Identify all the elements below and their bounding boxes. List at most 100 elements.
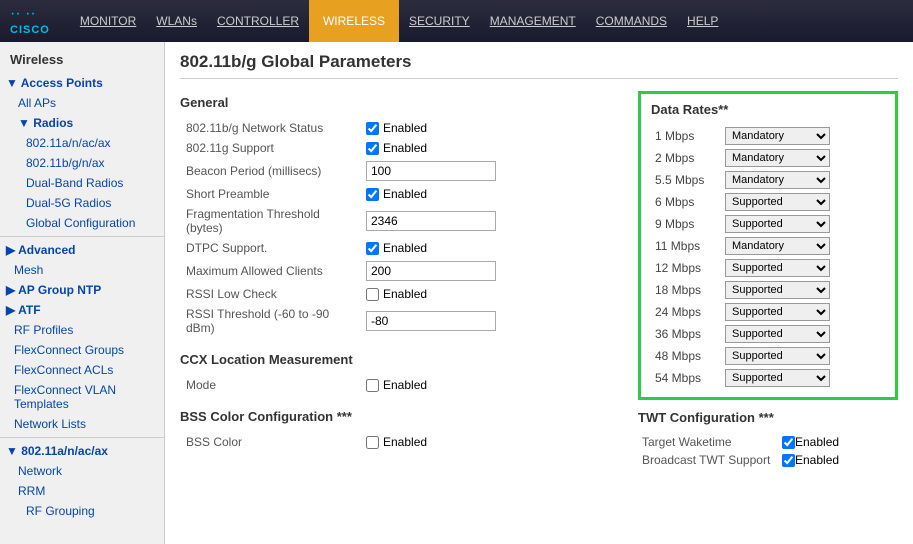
data-rate-select-9mbps[interactable]: Mandatory Supported Disabled — [725, 215, 830, 233]
twt-row-target: Target Waketime Enabled — [638, 433, 898, 451]
sidebar-item-flexconnect-acls[interactable]: FlexConnect ACLs — [0, 360, 164, 380]
checkbox-short-preamble[interactable] — [366, 188, 379, 201]
data-rate-row-24mbps: 24 Mbps Mandatory Supported Disabled — [651, 301, 885, 323]
input-rssi-threshold[interactable] — [366, 311, 496, 331]
sidebar-item-80211anac[interactable]: 802.11a/n/ac/ax — [0, 133, 164, 153]
sidebar-item-access-points[interactable]: ▼ Access Points — [0, 73, 164, 93]
checkbox-label-network-status: Enabled — [383, 121, 427, 135]
data-rate-select-6mbps[interactable]: Mandatory Supported Disabled — [725, 193, 830, 211]
top-navigation: ·· ·· CISCO MONITOR WLANs CONTROLLER WIR… — [0, 0, 913, 42]
field-label-dtpc: DTPC Support. — [180, 238, 360, 258]
sidebar-item-advanced[interactable]: ▶ Advanced — [0, 240, 164, 260]
field-label-ccx-mode: Mode — [180, 375, 360, 395]
checkbox-label-g-support: Enabled — [383, 141, 427, 155]
sidebar-item-global-config[interactable]: Global Configuration — [0, 213, 164, 233]
data-rate-select-2mbps[interactable]: Mandatory Supported Disabled — [725, 149, 830, 167]
table-row: Mode Enabled — [180, 375, 622, 395]
data-rate-select-18mbps[interactable]: Mandatory Supported Disabled — [725, 281, 830, 299]
data-rate-select-12mbps[interactable]: Mandatory Supported Disabled — [725, 259, 830, 277]
checkbox-label-rssi-low: Enabled — [383, 287, 427, 301]
checkbox-g-support[interactable] — [366, 142, 379, 155]
twt-label-broadcast: Broadcast TWT Support — [638, 451, 778, 469]
nav-item-commands[interactable]: COMMANDS — [586, 0, 677, 42]
field-label-rssi-low: RSSI Low Check — [180, 284, 360, 304]
sidebar-item-flexconnect-vlan[interactable]: FlexConnect VLAN Templates — [0, 380, 164, 414]
two-column-layout: General 802.11b/g Network Status Enabled… — [180, 91, 898, 469]
checkbox-label-bss-color: Enabled — [383, 435, 427, 449]
sidebar-item-mesh[interactable]: Mesh — [0, 260, 164, 280]
twt-section-header: TWT Configuration *** — [638, 410, 898, 425]
field-label-beacon: Beacon Period (millisecs) — [180, 158, 360, 184]
checkbox-ccx-mode[interactable] — [366, 379, 379, 392]
data-rate-label-54mbps: 54 Mbps — [651, 367, 721, 389]
nav-item-controller[interactable]: CONTROLLER — [207, 0, 309, 42]
checkbox-rssi-low[interactable] — [366, 288, 379, 301]
sidebar-item-network[interactable]: Network — [0, 461, 164, 481]
table-row: Maximum Allowed Clients — [180, 258, 622, 284]
ccx-section-header: CCX Location Measurement — [180, 352, 622, 367]
input-frag-threshold[interactable] — [366, 211, 496, 231]
nav-item-monitor[interactable]: MONITOR — [70, 0, 146, 42]
sidebar-item-network-lists[interactable]: Network Lists — [0, 414, 164, 434]
nav-item-security[interactable]: SECURITY — [399, 0, 480, 42]
checkbox-target-waketime[interactable] — [782, 436, 795, 449]
sidebar-item-ap-group-ntp[interactable]: ▶ AP Group NTP — [0, 280, 164, 300]
data-rate-row-1mbps: 1 Mbps Mandatory Supported Disabled — [651, 125, 885, 147]
ccx-form-table: Mode Enabled — [180, 375, 622, 395]
field-label-max-clients: Maximum Allowed Clients — [180, 258, 360, 284]
table-row: 802.11b/g Network Status Enabled — [180, 118, 622, 138]
checkbox-label-dtpc: Enabled — [383, 241, 427, 255]
sidebar-item-dual-5g[interactable]: Dual-5G Radios — [0, 193, 164, 213]
data-rate-row-6mbps: 6 Mbps Mandatory Supported Disabled — [651, 191, 885, 213]
input-max-clients[interactable] — [366, 261, 496, 281]
data-rate-select-1mbps[interactable]: Mandatory Supported Disabled — [725, 127, 830, 145]
checkbox-network-status[interactable] — [366, 122, 379, 135]
cisco-logo: ·· ·· CISCO — [10, 6, 50, 36]
sidebar-item-rf-profiles[interactable]: RF Profiles — [0, 320, 164, 340]
field-label-short-preamble: Short Preamble — [180, 184, 360, 204]
sidebar-item-flexconnect-groups[interactable]: FlexConnect Groups — [0, 340, 164, 360]
sidebar-item-radios[interactable]: ▼ Radios — [0, 113, 164, 133]
table-row: Short Preamble Enabled — [180, 184, 622, 204]
data-rate-label-2mbps: 2 Mbps — [651, 147, 721, 169]
checkbox-bss-color[interactable] — [366, 436, 379, 449]
sidebar-item-all-aps[interactable]: All APs — [0, 93, 164, 113]
nav-item-help[interactable]: HELP — [677, 0, 728, 42]
data-rates-table: 1 Mbps Mandatory Supported Disabled 2 Mb… — [651, 125, 885, 389]
sidebar-item-atf[interactable]: ▶ ATF — [0, 300, 164, 320]
table-row: 802.11g Support Enabled — [180, 138, 622, 158]
checkbox-label-target-waketime: Enabled — [795, 435, 839, 449]
data-rate-row-18mbps: 18 Mbps Mandatory Supported Disabled — [651, 279, 885, 301]
field-label-frag-threshold: Fragmentation Threshold (bytes) — [180, 204, 360, 238]
right-column: Data Rates** 1 Mbps Mandatory Supported … — [638, 91, 898, 469]
nav-item-wireless[interactable]: WIRELESS — [309, 0, 399, 42]
data-rate-select-24mbps[interactable]: Mandatory Supported Disabled — [725, 303, 830, 321]
data-rate-select-36mbps[interactable]: Mandatory Supported Disabled — [725, 325, 830, 343]
data-rate-row-48mbps: 48 Mbps Mandatory Supported Disabled — [651, 345, 885, 367]
data-rates-box: Data Rates** 1 Mbps Mandatory Supported … — [638, 91, 898, 400]
sidebar-item-rf-grouping[interactable]: RF Grouping — [0, 501, 164, 521]
checkbox-label-broadcast-twt: Enabled — [795, 453, 839, 467]
bss-section-header: BSS Color Configuration *** — [180, 409, 622, 424]
data-rate-select-11mbps[interactable]: Mandatory Supported Disabled — [725, 237, 830, 255]
sidebar-item-rrm[interactable]: RRM — [0, 481, 164, 501]
twt-section: TWT Configuration *** Target Waketime En… — [638, 410, 898, 469]
sidebar-item-dual-band[interactable]: Dual-Band Radios — [0, 173, 164, 193]
data-rate-select-48mbps[interactable]: Mandatory Supported Disabled — [725, 347, 830, 365]
twt-table: Target Waketime Enabled Broadcast TWT Su… — [638, 433, 898, 469]
data-rate-label-11mbps: 11 Mbps — [651, 235, 721, 257]
data-rate-select-54mbps[interactable]: Mandatory Supported Disabled — [725, 369, 830, 387]
nav-item-management[interactable]: MANAGEMENT — [480, 0, 586, 42]
checkbox-label-ccx-mode: Enabled — [383, 378, 427, 392]
checkbox-broadcast-twt[interactable] — [782, 454, 795, 467]
nav-item-wlans[interactable]: WLANs — [146, 0, 207, 42]
sidebar-item-80211bg[interactable]: 802.11b/g/n/ax — [0, 153, 164, 173]
sidebar: Wireless ▼ Access Points All APs ▼ Radio… — [0, 42, 165, 544]
checkbox-dtpc[interactable] — [366, 242, 379, 255]
twt-row-broadcast: Broadcast TWT Support Enabled — [638, 451, 898, 469]
data-rate-label-12mbps: 12 Mbps — [651, 257, 721, 279]
sidebar-title: Wireless — [0, 48, 164, 73]
input-beacon-period[interactable] — [366, 161, 496, 181]
data-rate-select-5mbps[interactable]: Mandatory Supported Disabled — [725, 171, 830, 189]
sidebar-item-80211a-parent[interactable]: ▼ 802.11a/n/ac/ax — [0, 441, 164, 461]
